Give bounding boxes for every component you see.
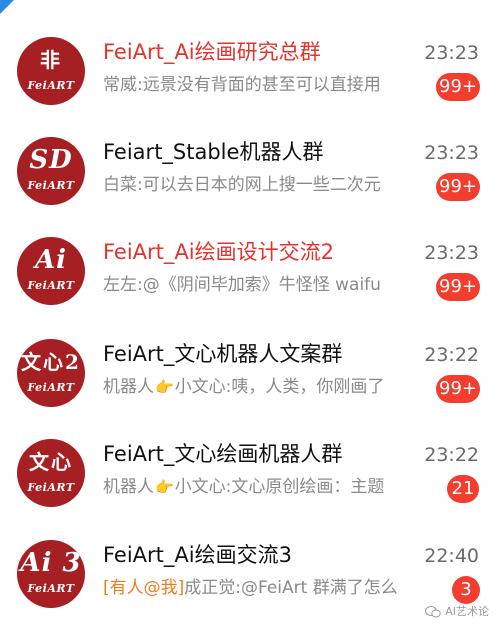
message-preview: 白菜:可以去日本的网上搜一些二次元 bbox=[103, 173, 438, 197]
preview-fade bbox=[395, 273, 440, 297]
message-preview: 机器人👉小文心:咦，人类，你刚画了 bbox=[103, 375, 438, 399]
chat-item-ai-research[interactable]: 非 FeiART FeiArt_Ai绘画研究总群 23:23 常威:远景没有背面… bbox=[0, 37, 499, 137]
message-preview: [有人@我]成正觉:@FeiArt 群满了怎么 bbox=[103, 576, 438, 600]
avatar-brand: FeiART bbox=[27, 79, 75, 92]
avatar-mark: Ai 3 bbox=[20, 548, 82, 578]
message-preview: 机器人👉小文心:文心原创绘画：主题 bbox=[103, 475, 438, 499]
preview-fade bbox=[395, 375, 440, 399]
chat-time: 23:22 bbox=[424, 344, 479, 366]
chat-title: FeiArt_文心绘画机器人群 bbox=[103, 442, 343, 466]
preview-text: @《阴间毕加索》牛怪怪 waifu bbox=[142, 275, 381, 295]
preview-text: 可以去日本的网上搜一些二次元 bbox=[142, 175, 381, 195]
preview-fade bbox=[395, 73, 440, 97]
chat-time: 23:22 bbox=[424, 444, 479, 466]
message-preview: 左左:@《阴间毕加索》牛怪怪 waifu bbox=[103, 273, 438, 297]
unread-badge: 99+ bbox=[436, 273, 480, 301]
preview-text: @FeiArt 群满了怎么 bbox=[241, 578, 398, 598]
avatar-brand: FeiART bbox=[27, 179, 75, 192]
pointing-hand-icon: 👉 bbox=[155, 378, 174, 396]
unread-badge: 99+ bbox=[436, 73, 480, 101]
message-preview: 常威:远景没有背面的甚至可以直接用 bbox=[103, 73, 438, 97]
chat-time: 23:23 bbox=[424, 142, 479, 164]
chat-item-stable-bot[interactable]: SD FeiART Feiart_Stable机器人群 23:23 白菜:可以去… bbox=[0, 137, 499, 237]
avatar: SD FeiART bbox=[17, 137, 85, 205]
chat-title: FeiArt_Ai绘画研究总群 bbox=[103, 40, 321, 64]
preview-sender: 白菜: bbox=[103, 175, 143, 195]
avatar-mark: Ai bbox=[34, 245, 68, 275]
chat-title: FeiArt_Ai绘画设计交流2 bbox=[103, 240, 334, 264]
preview-fade bbox=[395, 173, 440, 197]
avatar-mark: 非 bbox=[40, 48, 62, 72]
preview-text: 小文心:文心原创绘画：主题 bbox=[174, 477, 385, 497]
avatar: Ai 3 FeiART bbox=[17, 540, 85, 608]
avatar: Ai FeiART bbox=[17, 237, 85, 305]
watermark: AI艺术论 bbox=[425, 603, 489, 619]
preview-fade bbox=[395, 475, 440, 499]
avatar-brand: FeiART bbox=[27, 582, 75, 595]
avatar: 文心 FeiART bbox=[17, 439, 85, 507]
chat-time: 22:40 bbox=[424, 545, 479, 567]
avatar-mark: SD bbox=[29, 145, 73, 175]
chat-title: FeiArt_Ai绘画交流3 bbox=[103, 543, 292, 567]
unread-badge: 21 bbox=[447, 475, 479, 503]
pointing-hand-icon: 👉 bbox=[155, 478, 174, 496]
mention-tag: [有人@我] bbox=[103, 578, 185, 598]
avatar-brand: FeiART bbox=[27, 279, 75, 292]
chat-title: FeiArt_文心机器人文案群 bbox=[103, 342, 343, 366]
avatar: 文心2 FeiART bbox=[17, 339, 85, 407]
preview-fade bbox=[395, 576, 440, 600]
preview-text: 小文心:咦，人类，你刚画了 bbox=[174, 377, 385, 397]
wechat-icon bbox=[425, 606, 441, 618]
preview-sender: 成正觉: bbox=[184, 578, 241, 598]
preview-sender: 机器人 bbox=[103, 477, 154, 497]
avatar-mark: 文心2 bbox=[21, 350, 81, 374]
chat-time: 23:23 bbox=[424, 242, 479, 264]
watermark-text: AI艺术论 bbox=[445, 605, 489, 618]
avatar-mark: 文心 bbox=[29, 450, 73, 474]
preview-text: 远景没有背面的甚至可以直接用 bbox=[142, 75, 381, 95]
preview-sender: 机器人 bbox=[103, 377, 154, 397]
unread-badge: 99+ bbox=[436, 375, 480, 403]
avatar: 非 FeiART bbox=[17, 37, 85, 105]
unread-badge: 99+ bbox=[436, 173, 480, 201]
preview-sender: 常威: bbox=[103, 75, 143, 95]
avatar-brand: FeiART bbox=[27, 481, 75, 494]
chat-title: Feiart_Stable机器人群 bbox=[103, 140, 324, 164]
chat-time: 23:23 bbox=[424, 42, 479, 64]
avatar-brand: FeiART bbox=[27, 381, 75, 394]
chat-item-wenxin-copy[interactable]: 文心2 FeiART FeiArt_文心机器人文案群 23:22 机器人👉小文心… bbox=[0, 339, 499, 439]
chat-item-ai-exchange-3[interactable]: Ai 3 FeiART FeiArt_Ai绘画交流3 22:40 [有人@我]成… bbox=[0, 540, 499, 640]
unread-badge: 3 bbox=[452, 576, 480, 604]
chat-item-wenxin-draw[interactable]: 文心 FeiART FeiArt_文心绘画机器人群 23:22 机器人👉小文心:… bbox=[0, 439, 499, 539]
chat-list: 非 FeiART FeiArt_Ai绘画研究总群 23:23 常威:远景没有背面… bbox=[0, 0, 499, 635]
chat-item-ai-design-2[interactable]: Ai FeiART FeiArt_Ai绘画设计交流2 23:23 左左:@《阴间… bbox=[0, 237, 499, 337]
preview-sender: 左左: bbox=[103, 275, 143, 295]
